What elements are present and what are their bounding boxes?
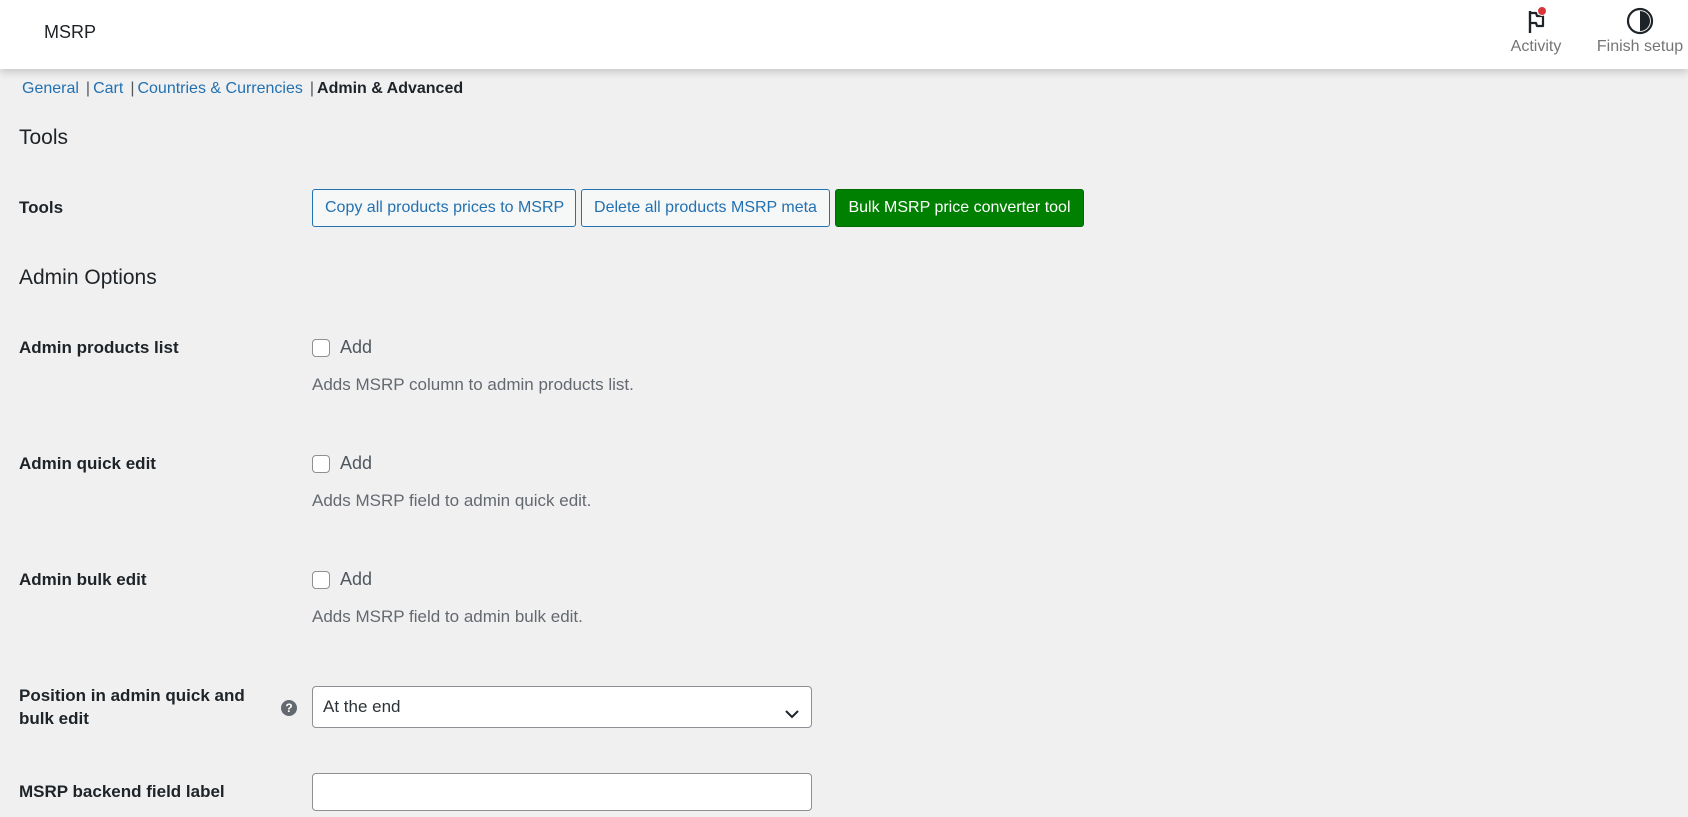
chevron-down-icon (783, 698, 801, 719)
admin-quick-edit-checkbox-label[interactable]: Add (340, 453, 372, 474)
top-bar: MSRP Activity Finish setup (0, 0, 1688, 69)
position-select-value: At the end (323, 697, 401, 716)
subnav-separator: | (309, 80, 315, 97)
admin-products-list-checkbox-label[interactable]: Add (340, 337, 372, 358)
subnav-admin-advanced: Admin & Advanced (317, 80, 464, 97)
activity-button[interactable]: Activity (1506, 6, 1566, 56)
admin-products-list-checkbox[interactable] (312, 338, 330, 357)
subnav-cart[interactable]: Cart (93, 80, 123, 97)
subnav-separator: | (130, 80, 135, 97)
subnav-separator: | (85, 80, 91, 97)
tools-section-title: Tools (19, 126, 69, 149)
page-title: MSRP (44, 22, 97, 42)
position-select[interactable]: At the end (312, 686, 812, 728)
admin-products-list-description: Adds MSRP column to admin products list. (312, 375, 634, 394)
finish-setup-label: Finish setup (1596, 38, 1684, 55)
msrp-backend-field-label-label: MSRP backend field label (19, 782, 225, 801)
flag-icon (1521, 6, 1551, 36)
position-in-admin-edit-label: Position in admin quick and bulk edit (19, 686, 245, 728)
admin-quick-edit-label: Admin quick edit (19, 454, 156, 473)
admin-quick-edit-description: Adds MSRP field to admin quick edit. (312, 491, 592, 510)
copy-prices-to-msrp-button[interactable]: Copy all products prices to MSRP (312, 189, 576, 227)
admin-bulk-edit-description: Adds MSRP field to admin bulk edit. (312, 607, 583, 626)
admin-products-list-label: Admin products list (19, 338, 179, 357)
finish-setup-button[interactable]: Finish setup (1590, 6, 1688, 56)
admin-bulk-edit-checkbox-label[interactable]: Add (340, 569, 372, 590)
subnav-general[interactable]: General (22, 80, 79, 97)
tools-row-label: Tools (19, 198, 64, 217)
admin-products-list-option[interactable]: Add (312, 337, 372, 358)
notification-dot (1537, 6, 1547, 16)
admin-bulk-edit-checkbox[interactable] (312, 570, 330, 589)
bulk-msrp-converter-button[interactable]: Bulk MSRP price converter tool (835, 189, 1084, 227)
half-circle-icon (1625, 6, 1655, 36)
admin-quick-edit-checkbox[interactable] (312, 454, 330, 473)
msrp-backend-field-label-input[interactable] (312, 773, 812, 811)
admin-quick-edit-option[interactable]: Add (312, 453, 372, 474)
admin-options-section-title: Admin Options (19, 266, 157, 289)
delete-msrp-meta-button[interactable]: Delete all products MSRP meta (581, 189, 830, 227)
question-mark-icon[interactable]: ? (281, 700, 297, 716)
subnav-countries-currencies[interactable]: Countries & Currencies (137, 80, 302, 97)
admin-bulk-edit-label: Admin bulk edit (19, 570, 147, 589)
admin-bulk-edit-option[interactable]: Add (312, 569, 372, 590)
activity-label: Activity (1510, 38, 1562, 55)
settings-subnav: General | Cart | Countries & Currencies | Admi… (22, 80, 463, 98)
